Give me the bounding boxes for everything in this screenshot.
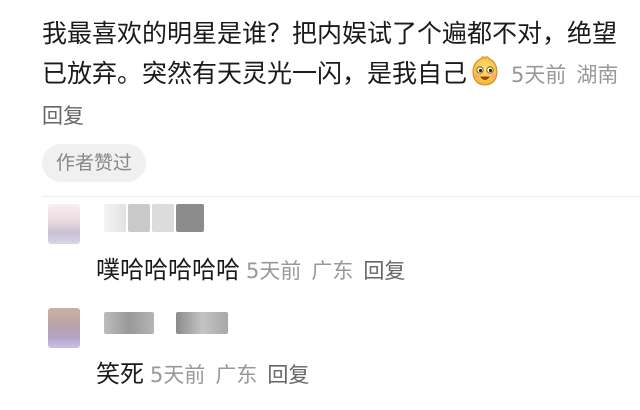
reply-reply-button[interactable]: 回复 (267, 363, 309, 387)
avatar[interactable] (48, 308, 80, 348)
comment-time: 5天前 (511, 63, 567, 87)
username-redacted[interactable] (176, 204, 204, 232)
reply-location: 广东 (311, 259, 354, 283)
username-redacted[interactable] (128, 204, 150, 232)
reply-time: 5天前 (246, 259, 302, 283)
comment-reply-button[interactable]: 回复 (42, 104, 84, 128)
smiling-face-emoji-icon (472, 56, 498, 86)
username-redacted[interactable] (104, 312, 154, 334)
reply-body: 笑死 (96, 360, 144, 388)
reply-reply-button[interactable]: 回复 (363, 259, 405, 283)
avatar[interactable] (48, 204, 80, 244)
username-redacted[interactable] (152, 204, 174, 232)
author-liked-badge: 作者赞过 (42, 144, 147, 182)
reply-meta: 5天前 广东 回复 (150, 363, 309, 387)
username-redacted[interactable] (104, 204, 126, 232)
reply-body: 噗哈哈哈哈哈 (96, 256, 240, 284)
reply-item: 笑死 5天前 广东 回复 (96, 357, 309, 392)
comment-location: 湖南 (576, 63, 619, 87)
divider (42, 196, 640, 197)
username-redacted[interactable] (176, 312, 228, 334)
reply-meta: 5天前 广东 回复 (246, 259, 405, 283)
main-comment: 我最喜欢的明星是谁？把内娱试了个遍都不对，绝望已放弃。突然有天灵光一闪，是我自己… (42, 14, 632, 136)
reply-time: 5天前 (150, 363, 206, 387)
reply-location: 广东 (215, 363, 258, 387)
reply-item: 噗哈哈哈哈哈 5天前 广东 回复 (96, 253, 405, 288)
